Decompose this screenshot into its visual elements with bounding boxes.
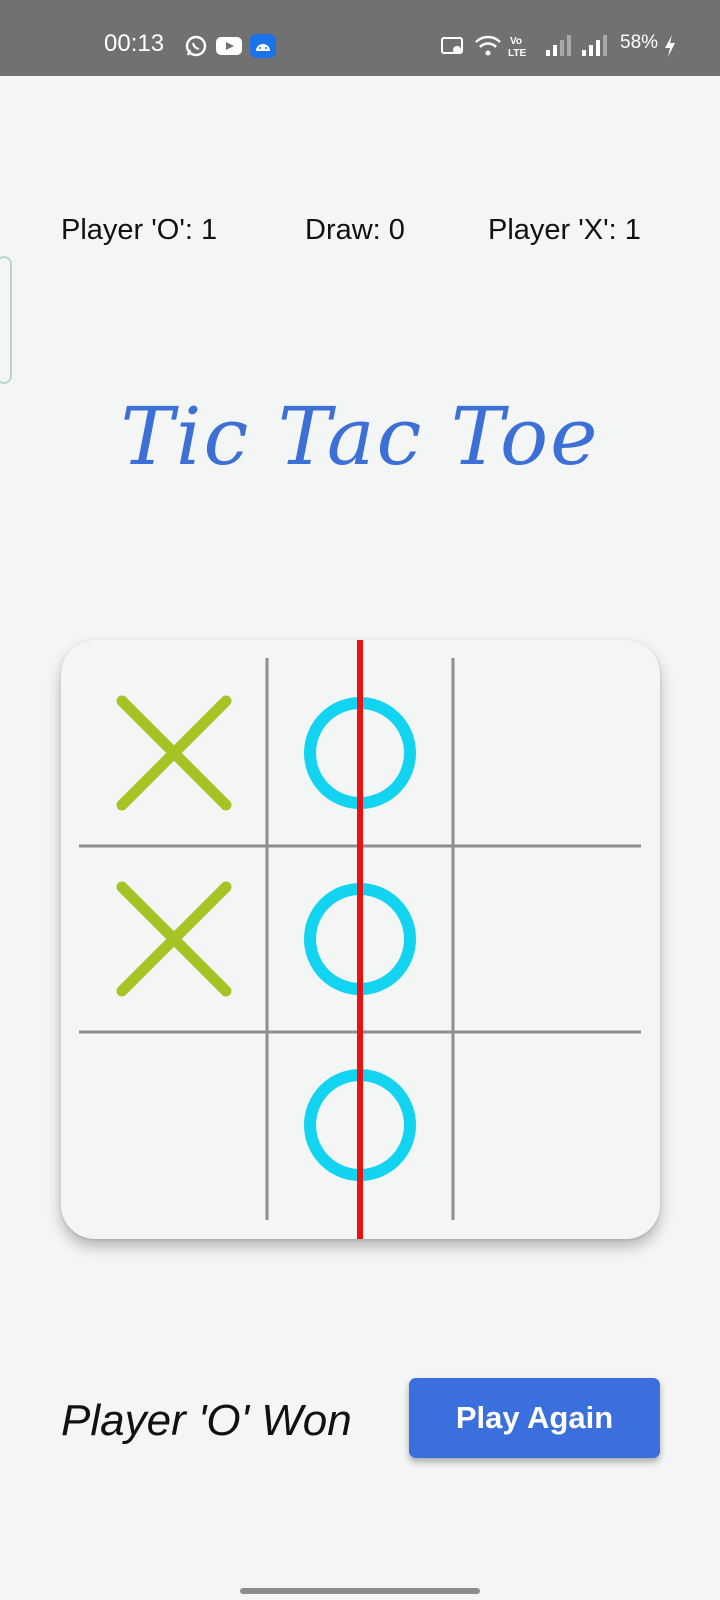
- board-cell[interactable]: [84, 849, 264, 1029]
- cast-icon: [440, 34, 466, 63]
- youtube-icon: [215, 34, 243, 63]
- score-player-x: Player 'X': 1: [488, 214, 641, 246]
- edge-panel-handle[interactable]: [0, 256, 12, 384]
- board-cell[interactable]: [456, 1035, 636, 1215]
- whatsapp-icon: [184, 34, 208, 63]
- svg-text:Vo: Vo: [510, 36, 522, 47]
- page-title: Tic Tac Toe: [120, 390, 600, 483]
- signal-icon: [582, 34, 608, 63]
- board-cell[interactable]: [456, 849, 636, 1029]
- board-grid: [79, 640, 641, 1239]
- home-indicator[interactable]: [240, 1588, 480, 1594]
- charging-icon: [664, 34, 676, 63]
- score-draw: Draw: 0: [305, 214, 405, 246]
- score-player-o: Player 'O': 1: [61, 214, 218, 246]
- board-cell[interactable]: [84, 1035, 264, 1215]
- wifi-icon: [474, 34, 502, 63]
- play-again-button[interactable]: Play Again: [409, 1378, 660, 1458]
- svg-text:LTE: LTE: [508, 48, 526, 58]
- board-cell[interactable]: [456, 663, 636, 843]
- battery-level: 58%: [620, 32, 659, 53]
- game-board: [61, 640, 660, 1239]
- result-text: Player 'O' Won: [61, 1396, 352, 1445]
- status-time: 00:13: [104, 30, 165, 57]
- android-icon: [250, 34, 276, 63]
- board-cell[interactable]: [84, 663, 264, 843]
- volte-icon: Vo LTE: [508, 34, 534, 63]
- status-bar: 00:13 Vo LTE 58%: [0, 0, 720, 76]
- signal-icon: [546, 34, 572, 63]
